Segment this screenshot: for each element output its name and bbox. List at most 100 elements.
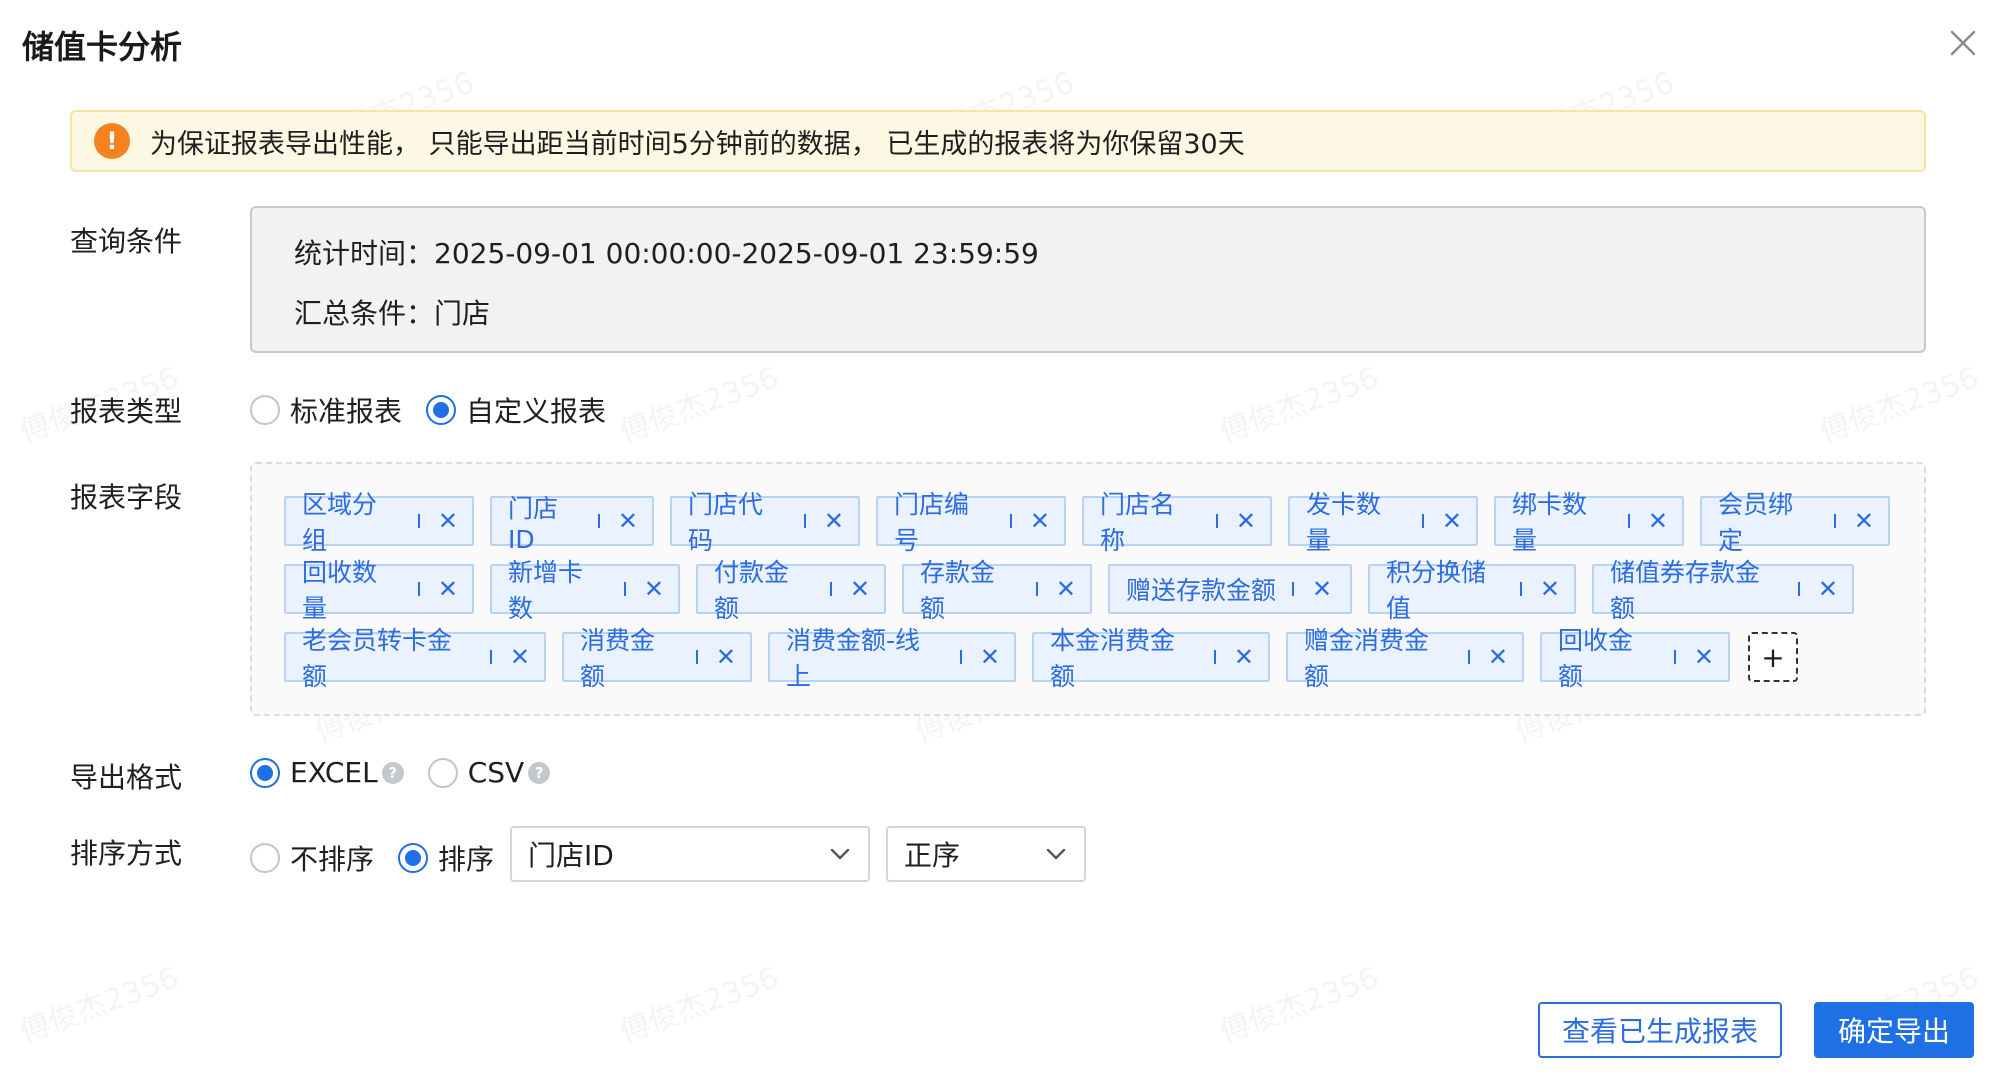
watermark: 傅俊杰2356 xyxy=(1812,353,1983,451)
tag-label: 区域分组 xyxy=(302,490,378,555)
tag-close-icon[interactable]: ✕ xyxy=(850,575,870,603)
tag-close-icon[interactable]: ✕ xyxy=(1540,575,1560,603)
report-type-label: 报表类型 xyxy=(70,395,183,428)
radio-circle-checked[interactable] xyxy=(250,757,280,788)
radio-excel[interactable]: EXCEL ? xyxy=(250,756,404,789)
chevron-down-icon xyxy=(1046,848,1066,860)
radio-label: CSV xyxy=(467,756,525,789)
radio-circle-checked[interactable] xyxy=(426,395,457,425)
tag-label: 储值券存款金额 xyxy=(1610,558,1761,623)
watermark: 傅俊杰2356 xyxy=(612,953,783,1051)
alert-text: 为保证报表导出性能， 只能导出距当前时间5分钟前的数据， 已生成的报表将为你保留… xyxy=(150,128,1245,160)
radio-csv[interactable]: CSV ? xyxy=(427,756,551,789)
field-tag: 积分换储值 ✕ xyxy=(1368,558,1576,623)
tag-label: 新增卡数 xyxy=(508,558,584,623)
tag-label: 消费金额 xyxy=(580,626,656,691)
tag-close-icon[interactable]: ✕ xyxy=(1818,575,1838,603)
tag-label: 绑卡数量 xyxy=(1512,490,1588,555)
tag-label: 发卡数量 xyxy=(1306,490,1382,555)
tag-close-icon[interactable]: ✕ xyxy=(980,643,1000,671)
radio-custom-report[interactable]: 自定义报表 xyxy=(426,390,606,430)
help-icon[interactable]: ? xyxy=(381,761,404,784)
field-tag: 门店ID ✕ xyxy=(490,494,654,554)
radio-label: 不排序 xyxy=(290,843,375,876)
tag-close-icon[interactable]: ✕ xyxy=(1854,507,1874,535)
stat-time-text: 统计时间：2025-09-01 00:00:00-2025-09-01 23:5… xyxy=(294,237,1039,270)
tag-close-icon[interactable]: ✕ xyxy=(1442,507,1462,535)
query-conditions-label: 查询条件 xyxy=(70,225,183,258)
tag-close-icon[interactable]: ✕ xyxy=(1234,643,1254,671)
field-tag: 会员绑定 ✕ xyxy=(1700,490,1890,555)
tag-close-icon[interactable]: ✕ xyxy=(716,643,736,671)
field-tag: 消费金额 ✕ xyxy=(562,626,752,691)
sort-order-value: 正序 xyxy=(904,839,961,872)
radio-circle[interactable] xyxy=(250,843,280,873)
tag-label: 本金消费金额 xyxy=(1050,626,1176,691)
radio-label: EXCEL xyxy=(290,756,378,789)
tag-close-icon[interactable]: ✕ xyxy=(1488,643,1508,671)
tag-close-icon[interactable]: ✕ xyxy=(1030,507,1050,535)
tag-label: 门店代码 xyxy=(688,490,764,555)
sort-field-value: 门店ID xyxy=(528,839,614,872)
sort-order-select[interactable]: 正序 xyxy=(886,826,1086,882)
confirm-export-button[interactable]: 确定导出 xyxy=(1814,1002,1974,1058)
radio-no-sort[interactable]: 不排序 xyxy=(250,838,374,878)
tag-label: 消费金额-线上 xyxy=(786,626,921,691)
tag-close-icon[interactable]: ✕ xyxy=(1312,575,1332,603)
field-tag: 老会员转卡金额 ✕ xyxy=(284,626,546,691)
tag-label: 老会员转卡金额 xyxy=(302,626,453,691)
tag-close-icon[interactable]: ✕ xyxy=(438,507,458,535)
field-tag: 赠金消费金额 ✕ xyxy=(1286,626,1524,691)
tag-close-icon[interactable]: ✕ xyxy=(824,507,844,535)
field-tag: 发卡数量 ✕ xyxy=(1288,490,1478,555)
tag-label: 赠送存款金额 xyxy=(1126,576,1277,605)
field-tag: 绑卡数量 ✕ xyxy=(1494,490,1684,555)
field-tag: 新增卡数 ✕ xyxy=(490,558,680,623)
export-format-label: 导出格式 xyxy=(70,761,183,794)
field-tag: 回收金额 ✕ xyxy=(1540,626,1730,691)
tag-close-icon[interactable]: ✕ xyxy=(1236,507,1256,535)
view-generated-reports-button[interactable]: 查看已生成报表 xyxy=(1538,1002,1782,1058)
warning-alert: ! 为保证报表导出性能， 只能导出距当前时间5分钟前的数据， 已生成的报表将为你… xyxy=(70,110,1926,172)
tag-label: 赠金消费金额 xyxy=(1304,626,1430,691)
tag-close-icon[interactable]: ✕ xyxy=(644,575,664,603)
sort-field-select[interactable]: 门店ID xyxy=(510,826,870,882)
summary-condition-text: 汇总条件：门店 xyxy=(294,297,491,330)
field-tag: 区域分组 ✕ xyxy=(284,490,474,555)
tag-label: 存款金额 xyxy=(920,558,996,623)
tag-close-icon[interactable]: ✕ xyxy=(510,643,530,671)
chevron-down-icon xyxy=(830,848,850,860)
dialog-title: 储值卡分析 xyxy=(22,28,183,66)
radio-circle[interactable] xyxy=(427,757,458,788)
field-tag: 回收数量 ✕ xyxy=(284,558,474,623)
tag-close-icon[interactable]: ✕ xyxy=(1056,575,1076,603)
tag-close-icon[interactable]: ✕ xyxy=(438,575,458,603)
field-tag: 存款金额 ✕ xyxy=(902,558,1092,623)
add-field-button[interactable]: + xyxy=(1748,632,1798,682)
field-tag: 门店名称 ✕ xyxy=(1082,490,1272,555)
tag-label: 门店编号 xyxy=(894,490,970,555)
sort-radio-group: 不排序 排序 xyxy=(250,838,518,878)
radio-standard-report[interactable]: 标准报表 xyxy=(250,390,402,430)
field-tag: 储值券存款金额 ✕ xyxy=(1592,558,1854,623)
field-tag: 本金消费金额 ✕ xyxy=(1032,626,1270,691)
tag-label: 回收数量 xyxy=(302,558,378,623)
radio-circle[interactable] xyxy=(250,395,280,425)
watermark: 傅俊杰2356 xyxy=(1212,353,1383,451)
radio-label: 标准报表 xyxy=(290,395,403,428)
report-fields-label: 报表字段 xyxy=(70,481,183,514)
export-format-radio-group: EXCEL ? CSV ? xyxy=(250,756,574,789)
tag-close-icon[interactable]: ✕ xyxy=(618,507,638,535)
close-icon[interactable] xyxy=(1948,28,1978,58)
tag-label: 门店ID xyxy=(508,493,559,554)
tag-close-icon[interactable]: ✕ xyxy=(1694,643,1714,671)
radio-label: 排序 xyxy=(438,843,495,876)
radio-circle-checked[interactable] xyxy=(398,843,429,873)
radio-sort[interactable]: 排序 xyxy=(398,838,494,878)
help-icon[interactable]: ? xyxy=(528,761,551,784)
report-type-radio-group: 标准报表 自定义报表 xyxy=(250,390,630,430)
tag-close-icon[interactable]: ✕ xyxy=(1648,507,1668,535)
watermark: 傅俊杰2356 xyxy=(1212,953,1383,1051)
watermark: 傅俊杰2356 xyxy=(612,353,783,451)
field-tag: 付款金额 ✕ xyxy=(696,558,886,623)
